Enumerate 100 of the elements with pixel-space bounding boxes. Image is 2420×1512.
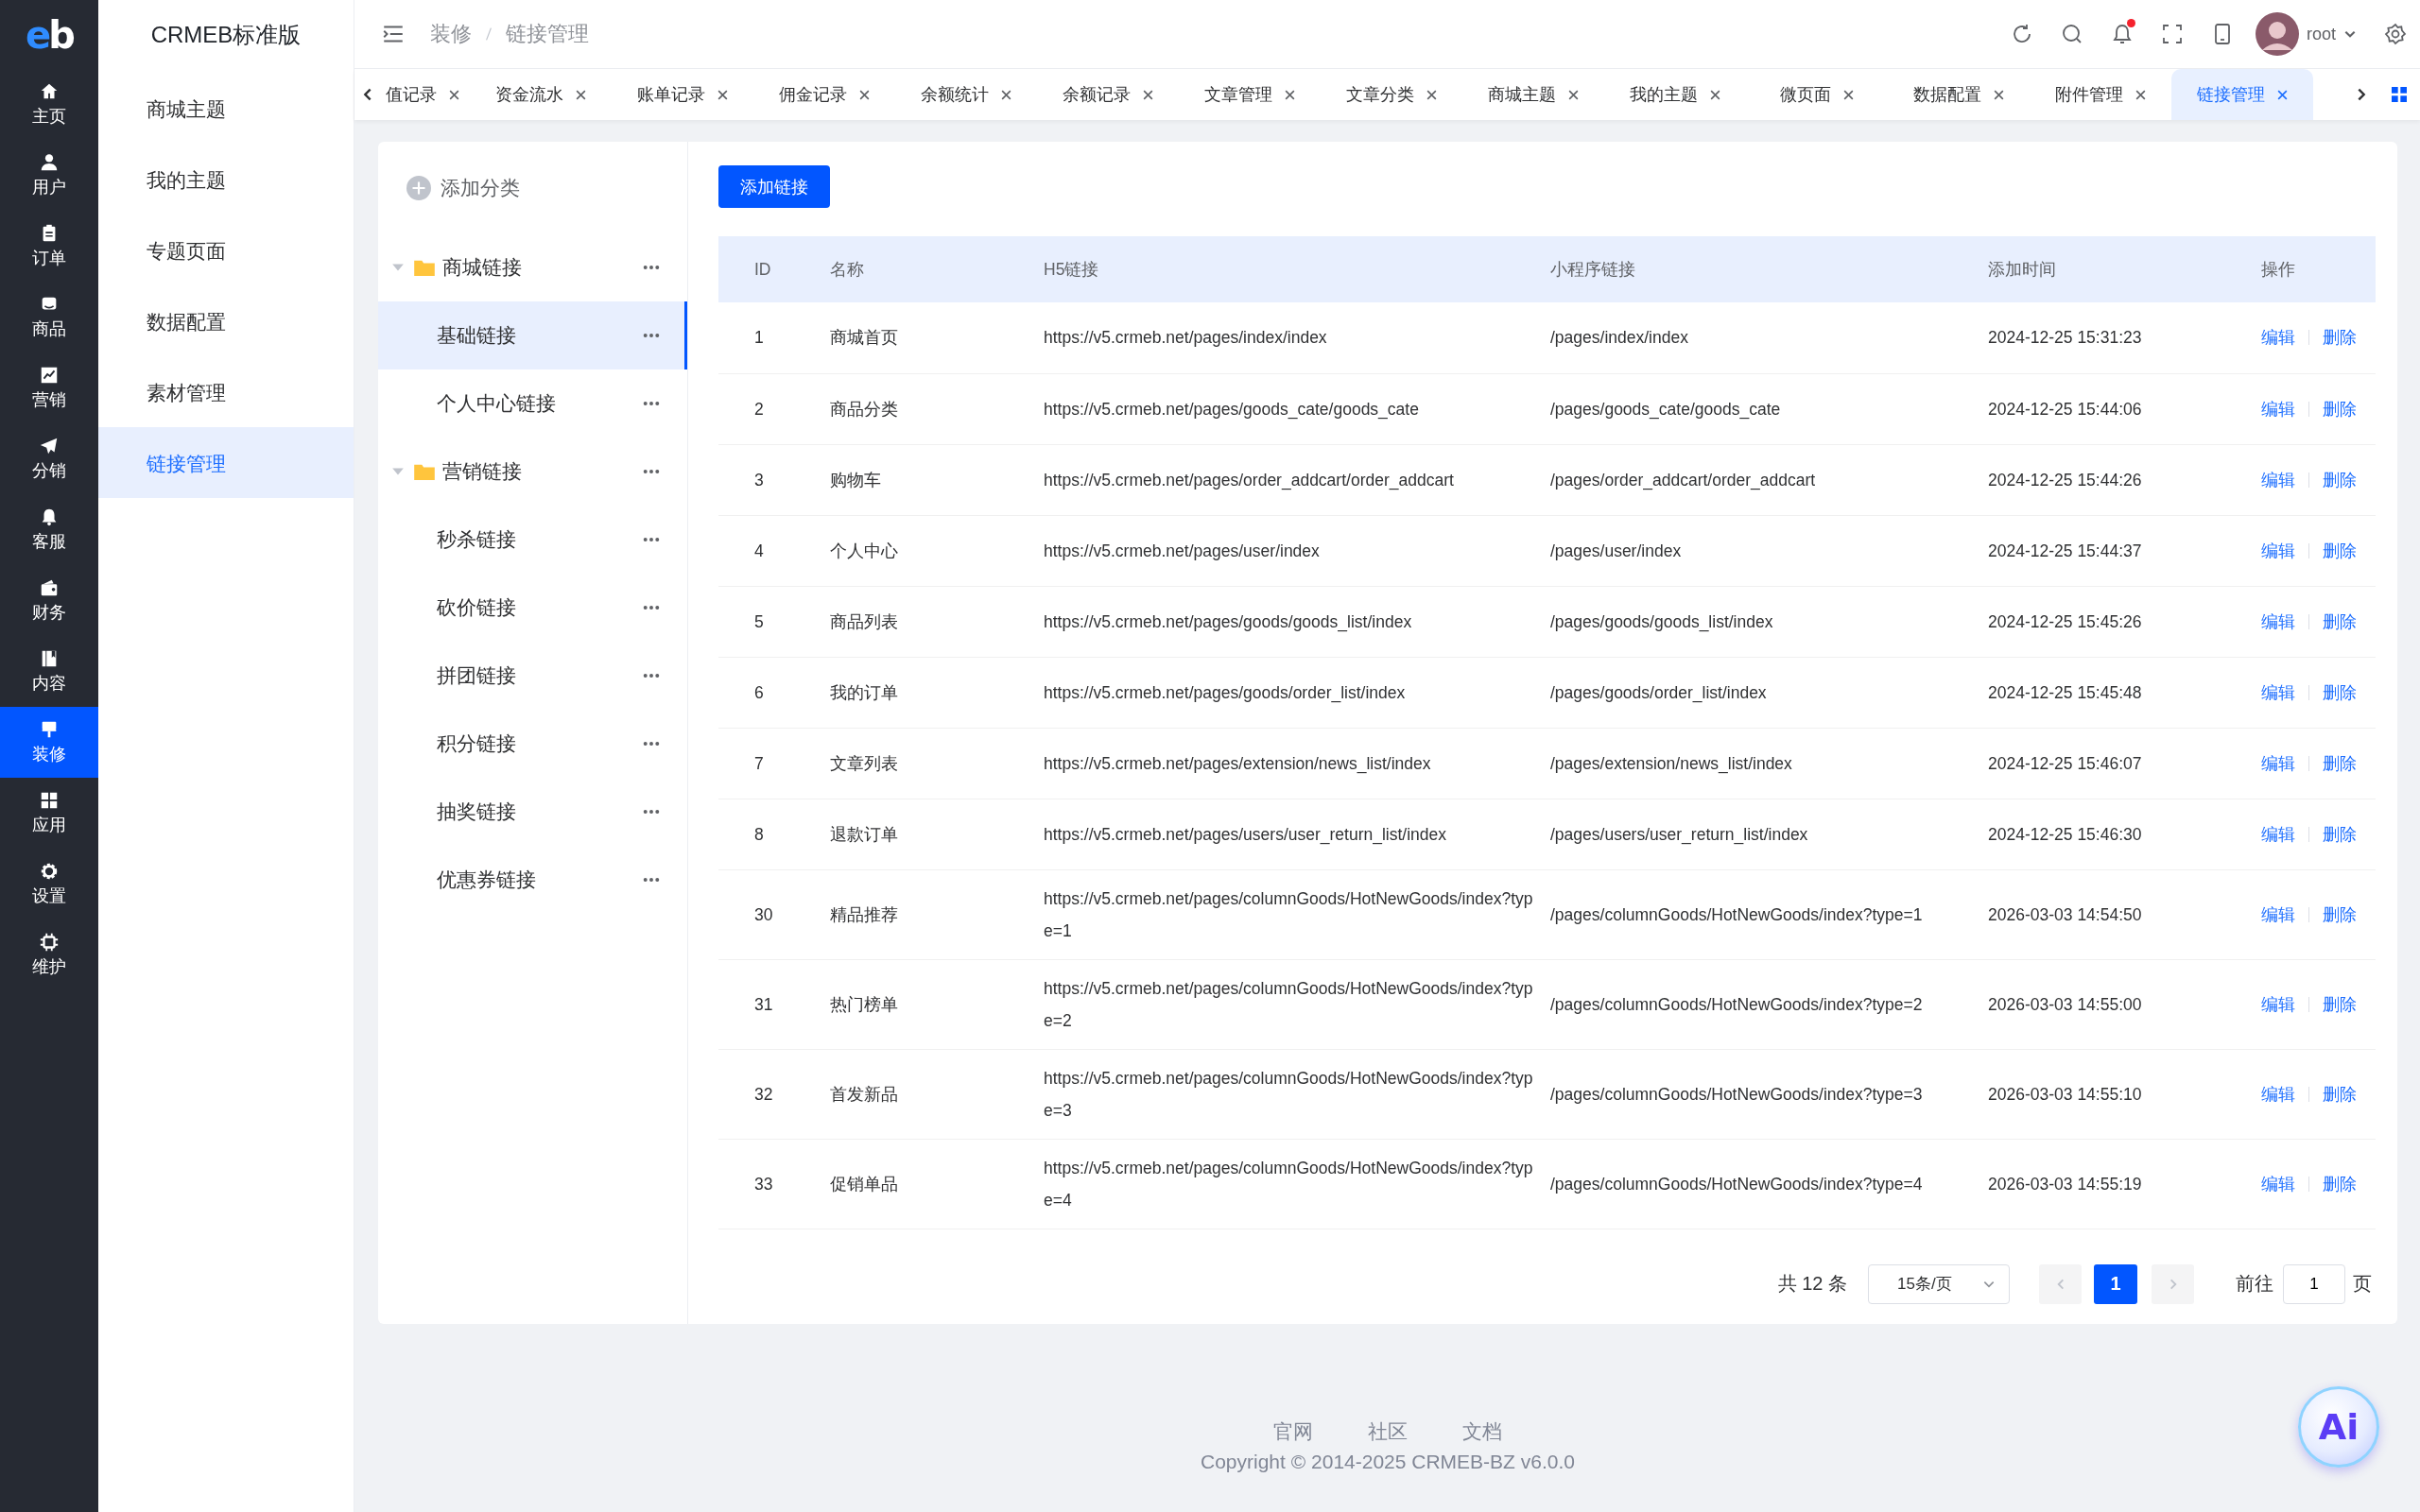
close-icon[interactable]	[1425, 88, 1438, 101]
more-icon[interactable]	[643, 741, 660, 747]
nav-item[interactable]: 用户	[0, 140, 98, 211]
more-icon[interactable]	[643, 265, 660, 270]
action-link[interactable]: 删除	[2323, 321, 2357, 354]
add-category-button[interactable]: 添加分类	[406, 165, 520, 211]
action-link[interactable]: 编辑	[2261, 605, 2295, 638]
menu-item[interactable]: 商城主题	[98, 73, 354, 144]
tree-item[interactable]: 商城链接	[378, 233, 687, 301]
action-link[interactable]: 删除	[2323, 1167, 2357, 1200]
action-link[interactable]: 编辑	[2261, 747, 2295, 780]
action-link[interactable]: 编辑	[2261, 676, 2295, 709]
avatar[interactable]	[2255, 12, 2299, 56]
action-link[interactable]: 编辑	[2261, 463, 2295, 496]
action-link[interactable]: 删除	[2323, 898, 2357, 931]
tree-item[interactable]: 砍价链接	[378, 574, 687, 642]
more-icon[interactable]	[643, 605, 660, 610]
more-icon[interactable]	[643, 401, 660, 406]
search-icon[interactable]	[2060, 23, 2083, 45]
tab[interactable]: 余额统计	[895, 69, 1037, 120]
nav-item[interactable]: 装修	[0, 707, 98, 778]
action-link[interactable]: 删除	[2323, 605, 2357, 638]
tab[interactable]: 商城主题	[1462, 69, 1604, 120]
nav-item[interactable]: 设置	[0, 849, 98, 919]
close-icon[interactable]	[2275, 88, 2289, 101]
menu-item[interactable]: 数据配置	[98, 285, 354, 356]
close-icon[interactable]	[1283, 88, 1296, 101]
menu-item[interactable]: 我的主题	[98, 144, 354, 215]
action-link[interactable]: 编辑	[2261, 321, 2295, 354]
close-icon[interactable]	[1841, 88, 1855, 101]
tab[interactable]: 数据配置	[1888, 69, 2030, 120]
menu-item[interactable]: 链接管理	[98, 427, 354, 498]
action-link[interactable]: 删除	[2323, 817, 2357, 850]
nav-item[interactable]: 应用	[0, 778, 98, 849]
tab[interactable]: 文章管理	[1179, 69, 1321, 120]
ai-button[interactable]: Ai	[2298, 1386, 2379, 1468]
action-link[interactable]: 编辑	[2261, 1077, 2295, 1110]
action-link[interactable]: 编辑	[2261, 988, 2295, 1021]
page-button[interactable]: 1	[2094, 1263, 2137, 1304]
menu-item[interactable]: 专题页面	[98, 215, 354, 285]
nav-item[interactable]: 主页	[0, 69, 98, 140]
action-link[interactable]: 编辑	[2261, 898, 2295, 931]
action-link[interactable]: 删除	[2323, 1077, 2357, 1110]
tab[interactable]: 账单记录	[612, 69, 753, 120]
close-icon[interactable]	[716, 88, 729, 101]
close-icon[interactable]	[857, 88, 871, 101]
close-icon[interactable]	[1566, 88, 1580, 101]
tree-item[interactable]: 拼团链接	[378, 642, 687, 710]
settings-icon[interactable]	[2384, 23, 2407, 45]
tab[interactable]: 文章分类	[1321, 69, 1462, 120]
menu-item[interactable]: 素材管理	[98, 356, 354, 427]
tab[interactable]: 附件管理	[2030, 69, 2171, 120]
more-icon[interactable]	[643, 333, 660, 338]
close-icon[interactable]	[2134, 88, 2147, 101]
add-link-button[interactable]: 添加链接	[718, 165, 830, 208]
action-link[interactable]: 编辑	[2261, 1167, 2295, 1200]
tab[interactable]: 资金流水	[470, 69, 612, 120]
tab[interactable]: 余额记录	[1037, 69, 1179, 120]
tree-item[interactable]: 基础链接	[378, 301, 687, 369]
page-input[interactable]: 1	[2283, 1263, 2345, 1304]
action-link[interactable]: 删除	[2323, 534, 2357, 567]
grid-icon[interactable]	[2392, 87, 2407, 102]
more-icon[interactable]	[643, 673, 660, 679]
tab[interactable]: 链接管理	[2171, 69, 2313, 120]
action-link[interactable]: 编辑	[2261, 534, 2295, 567]
nav-item[interactable]: 内容	[0, 636, 98, 707]
more-icon[interactable]	[643, 537, 660, 542]
more-icon[interactable]	[643, 877, 660, 883]
page-size-select[interactable]: 15条/页	[1868, 1263, 2010, 1304]
action-link[interactable]: 编辑	[2261, 392, 2295, 425]
more-icon[interactable]	[643, 809, 660, 815]
tab[interactable]: 佣金记录	[753, 69, 895, 120]
tab[interactable]: 值记录	[375, 69, 470, 120]
nav-item[interactable]: 营销	[0, 352, 98, 423]
tree-item[interactable]: 优惠券链接	[378, 846, 687, 914]
close-icon[interactable]	[999, 88, 1012, 101]
tree-item[interactable]: 积分链接	[378, 710, 687, 778]
tree-item[interactable]: 营销链接	[378, 438, 687, 506]
nav-item[interactable]: 商品	[0, 282, 98, 352]
close-icon[interactable]	[574, 88, 587, 101]
tree-item[interactable]: 秒杀链接	[378, 506, 687, 574]
tab[interactable]: 微页面	[1746, 69, 1888, 120]
tree-item[interactable]: 个人中心链接	[378, 369, 687, 438]
user-name[interactable]: root	[2306, 24, 2336, 44]
action-link[interactable]: 删除	[2323, 747, 2357, 780]
action-link[interactable]: 编辑	[2261, 817, 2295, 850]
nav-item[interactable]: 财务	[0, 565, 98, 636]
close-icon[interactable]	[1992, 88, 2005, 101]
tree-item[interactable]: 抽奖链接	[378, 778, 687, 846]
nav-item[interactable]: 订单	[0, 211, 98, 282]
close-icon[interactable]	[1141, 88, 1154, 101]
more-icon[interactable]	[643, 469, 660, 474]
nav-item[interactable]: 分销	[0, 423, 98, 494]
fullscreen-icon[interactable]	[2160, 23, 2184, 45]
action-link[interactable]: 删除	[2323, 676, 2357, 709]
nav-item[interactable]: 维护	[0, 919, 98, 990]
close-icon[interactable]	[1708, 88, 1721, 101]
action-link[interactable]: 删除	[2323, 988, 2357, 1021]
close-icon[interactable]	[447, 88, 460, 101]
nav-item[interactable]: 客服	[0, 494, 98, 565]
